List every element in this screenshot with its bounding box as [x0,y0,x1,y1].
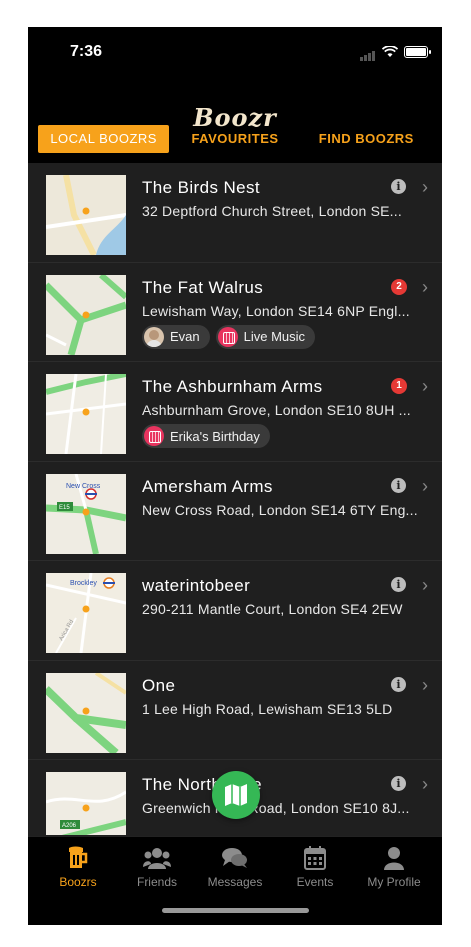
pub-row[interactable]: The Ashburnham Arms Ashburnham Grove, Lo… [28,362,442,462]
info-icon[interactable]: i [391,676,406,692]
tab-favourites[interactable]: FAVOURITES [169,125,300,153]
home-indicator[interactable] [162,908,309,913]
tab-find-boozrs[interactable]: FIND BOOZRS [301,125,432,153]
map-thumbnail: New Cross E15 [46,473,126,554]
phone-screen: 7:36 Boozr LOCAL BOOZRS FAVOURITES FIND … [28,27,442,925]
status-icons [360,43,431,61]
tabbar-label: Events [296,875,334,889]
signal-icon [360,43,376,61]
pub-row[interactable]: One 1 Lee High Road, Lewisham SE13 5LD i… [28,661,442,760]
status-bar: 7:36 [28,27,442,77]
chip-label: Live Music [243,329,306,344]
status-time: 7:36 [70,43,103,60]
tab-local-boozrs[interactable]: LOCAL BOOZRS [38,125,170,153]
map-view-button[interactable] [212,771,260,819]
map-thumbnail [46,672,126,753]
pub-name: The Birds Nest [142,178,261,197]
chevron-right-icon: › [422,376,428,396]
tabbar-friends[interactable]: Friends [116,845,198,889]
pub-row[interactable]: Brockley Arica Rd waterintobeer 290-211 … [28,561,442,661]
map-road-label: A206 [62,823,77,829]
info-icon[interactable]: i [391,477,406,493]
pub-address: Lewisham Way, London SE14 6NP Engl... [142,302,410,319]
chevron-right-icon: › [422,276,428,297]
friends-icon [143,848,171,869]
chevron-right-icon: › [422,575,428,595]
info-icon[interactable]: i [391,179,406,194]
pub-row[interactable]: The Birds Nest 32 Deptford Church Street… [28,163,442,263]
tabbar-label: Boozrs [59,875,97,889]
pub-chips: Erika's Birthday [142,424,270,448]
pub-name: The Fat Walrus [142,277,264,297]
event-chip[interactable]: Erika's Birthday [142,424,270,448]
chevron-right-icon: › [422,475,428,496]
chip-label: Evan [170,329,200,344]
map-thumbnail: A206 [46,772,126,835]
tabbar-events[interactable]: Events [274,845,356,889]
tabbar-messages[interactable]: Messages [194,845,276,889]
tabbar-my-profile[interactable]: My Profile [353,845,435,889]
beer-mug-icon [69,846,88,868]
messages-icon [222,848,247,868]
notification-badge: 2 [391,278,407,295]
chip-label: Erika's Birthday [170,428,260,444]
chevron-right-icon: › [422,674,428,695]
friend-chip[interactable]: Evan [142,324,210,349]
calendar-icon [217,326,238,347]
pub-list[interactable]: The Birds Nest 32 Deptford Church Street… [28,163,442,835]
avatar [144,326,164,347]
tabbar-label: Friends [136,875,177,889]
map-thumbnail [46,274,126,355]
map-thumbnail [46,374,126,454]
pub-name: Amersham Arms [142,476,273,496]
info-icon[interactable]: i [391,776,406,791]
pub-address: 1 Lee High Road, Lewisham SE13 5LD [142,700,393,717]
pub-row[interactable]: The Fat Walrus Lewisham Way, London SE14… [28,263,442,362]
battery-icon [404,46,431,58]
pub-chips: Evan Live Music [142,324,316,349]
tabbar-label: Messages [207,875,263,889]
notification-badge: 1 [391,378,407,394]
profile-icon [384,847,404,870]
pub-address: 32 Deptford Church Street, London SE... [142,203,402,219]
calendar-icon [304,846,326,870]
map-place-label: New Cross [66,483,101,490]
tabbar-label: My Profile [367,875,421,889]
bottom-tab-bar: Boozrs Friends Messages Events My Profil… [28,836,442,925]
pub-address: New Cross Road, London SE14 6TY Eng... [142,501,418,518]
event-chip[interactable]: Live Music [215,324,316,349]
pub-row[interactable]: New Cross E15 Amersham Arms New Cross Ro… [28,462,442,561]
pub-name: The Ashburnham Arms [142,377,323,396]
segment-tabs: LOCAL BOOZRS FAVOURITES FIND BOOZRS [38,125,432,153]
pub-name: One [142,675,176,695]
chevron-right-icon: › [422,774,428,794]
map-thumbnail: Brockley Arica Rd [46,573,126,653]
pub-address: 290-211 Mantle Court, London SE4 2EW [142,601,403,617]
calendar-icon [144,426,164,446]
wifi-icon [382,46,398,57]
map-road-label: E15 [59,505,70,511]
chevron-right-icon: › [422,177,428,197]
pub-address: Ashburnham Grove, London SE10 8UH ... [142,402,411,418]
pub-address: Greenwich High Road, London SE10 8J... [142,800,410,816]
tabbar-boozrs[interactable]: Boozrs [37,845,119,889]
map-thumbnail [46,175,126,255]
map-place-label: Brockley [70,580,97,587]
map-icon [225,784,247,806]
info-icon[interactable]: i [391,577,406,592]
pub-name: waterintobeer [142,576,251,595]
